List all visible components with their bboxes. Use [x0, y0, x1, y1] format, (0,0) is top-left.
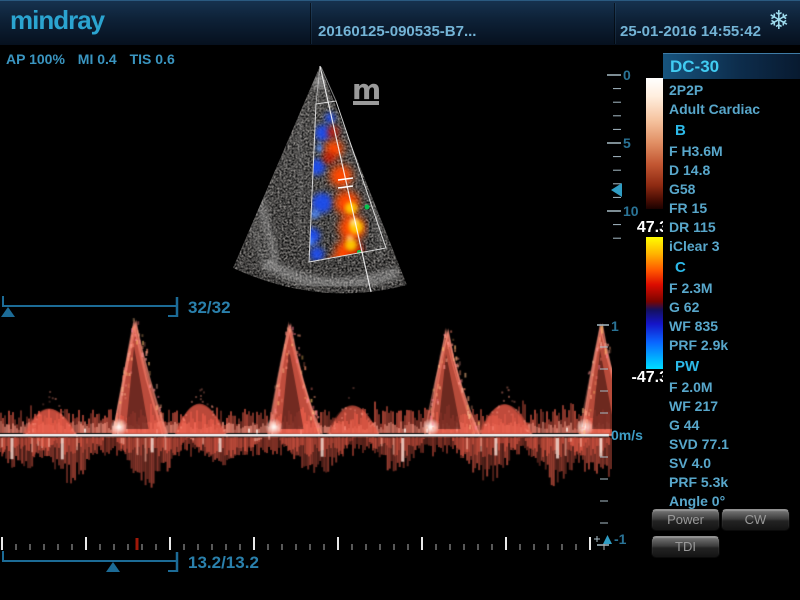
- ultrasound-screen: m mindray 20160125-090535-B7... 25-01-20…: [0, 0, 800, 600]
- orientation-marker: m: [352, 73, 381, 106]
- pw-spectrogram: [0, 310, 612, 545]
- bmode-sector: [222, 58, 442, 316]
